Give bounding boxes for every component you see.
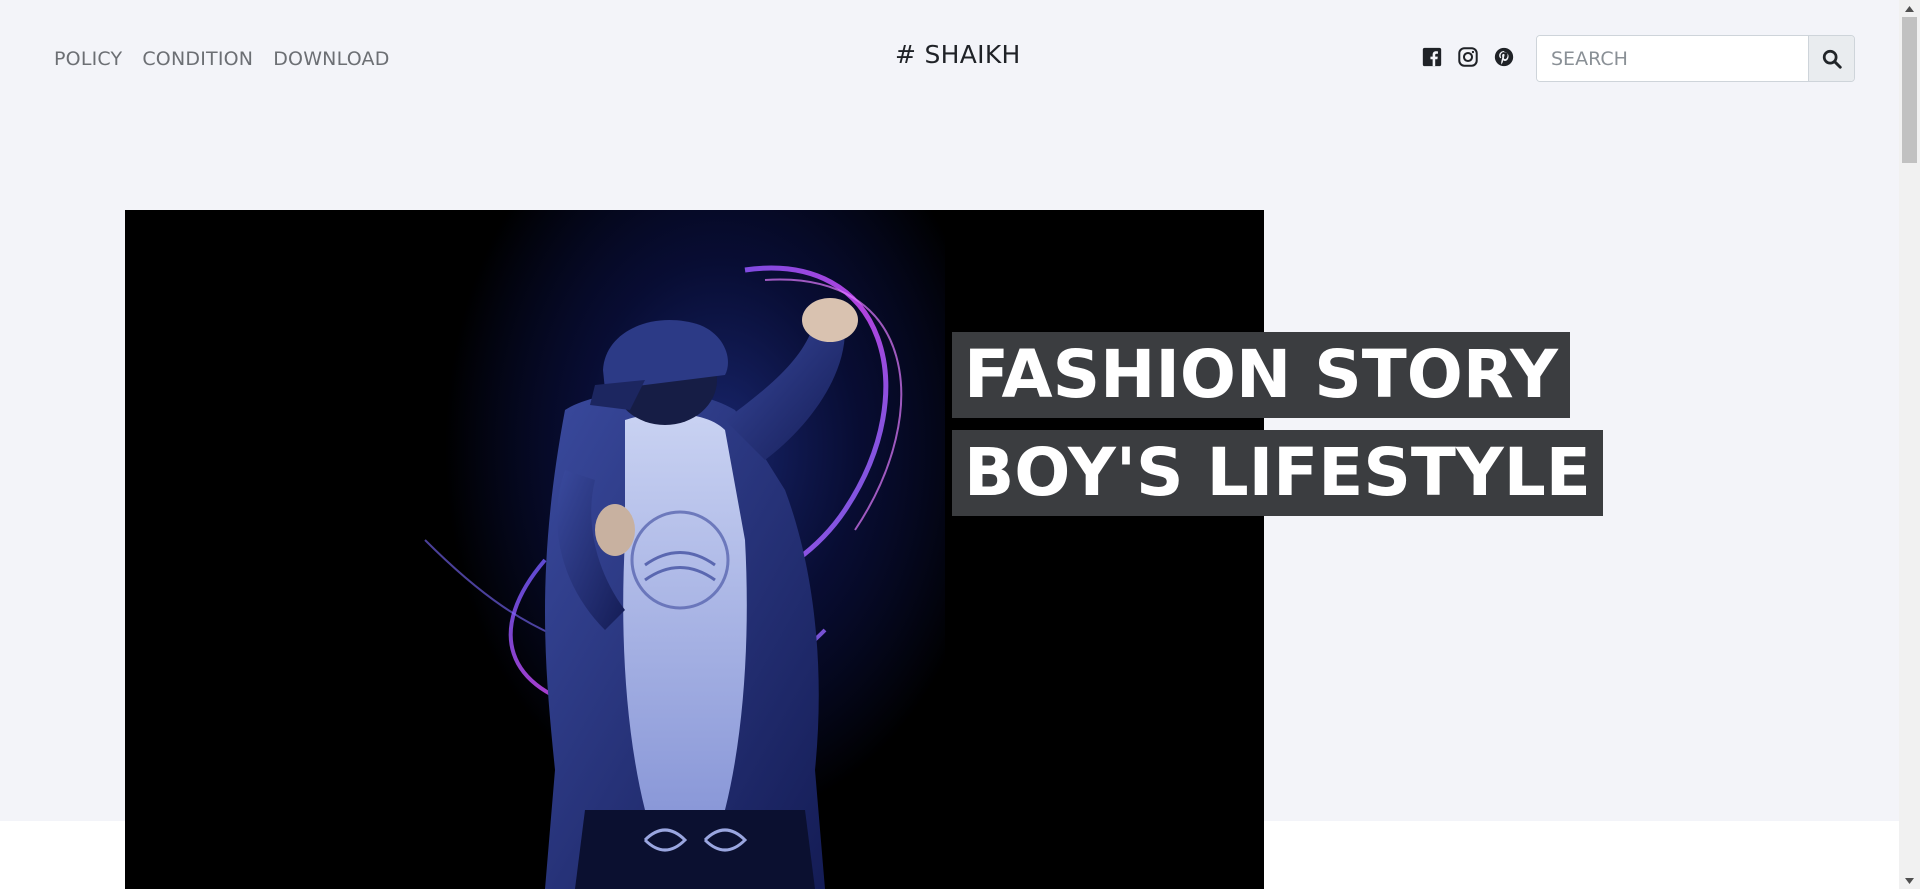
scroll-thumb[interactable]	[1902, 17, 1917, 163]
nav-links: POLICY CONDITION DOWNLOAD	[54, 48, 390, 70]
nav-link-download[interactable]: DOWNLOAD	[273, 48, 389, 70]
hero-title-line2: BOY'S LIFESTYLE	[952, 430, 1603, 516]
navbar: POLICY CONDITION DOWNLOAD # SHAIKH	[0, 0, 1899, 120]
social-links	[1421, 46, 1515, 68]
nav-link-policy[interactable]: POLICY	[54, 48, 122, 70]
search-bar	[1536, 35, 1855, 82]
scroll-up-arrow-icon[interactable]	[1899, 0, 1920, 17]
hero-image	[125, 210, 1264, 889]
brand-logo[interactable]: # SHAIKH	[895, 40, 1021, 69]
scrollbar[interactable]	[1899, 0, 1920, 889]
page: POLICY CONDITION DOWNLOAD # SHAIKH SEARC…	[0, 0, 1920, 889]
hero-title-line1: FASHION STORY	[952, 332, 1570, 418]
facebook-icon[interactable]	[1421, 46, 1443, 68]
search-input[interactable]	[1537, 36, 1808, 81]
search-button[interactable]	[1808, 36, 1854, 81]
pinterest-icon[interactable]	[1493, 46, 1515, 68]
hero-headline: FASHION STORY BOY'S LIFESTYLE	[952, 332, 1603, 528]
instagram-icon[interactable]	[1457, 46, 1479, 68]
scroll-down-arrow-icon[interactable]	[1899, 872, 1920, 889]
search-icon	[1822, 49, 1842, 69]
nav-link-condition[interactable]: CONDITION	[142, 48, 253, 70]
